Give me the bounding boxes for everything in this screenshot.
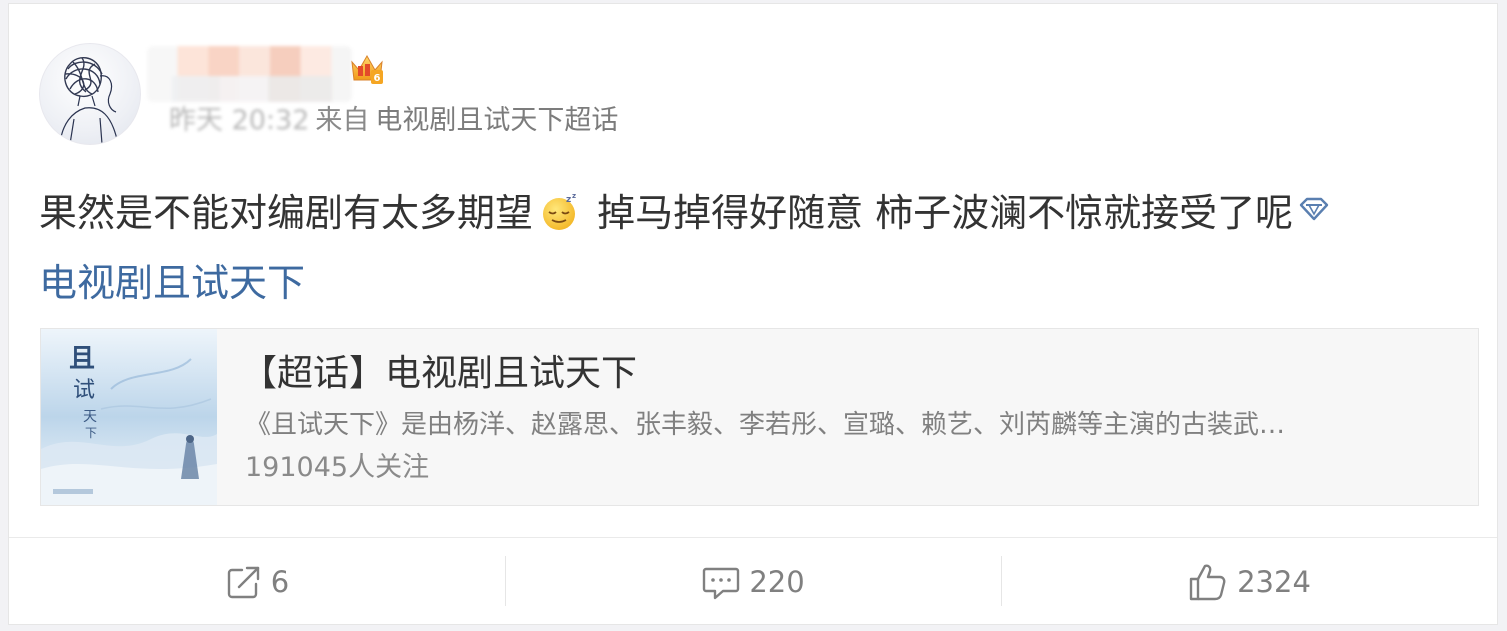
topic-card-followers: 191045人关注 bbox=[245, 452, 430, 483]
svg-text:z: z bbox=[566, 195, 571, 205]
thumbs-up-icon bbox=[1189, 564, 1226, 601]
like-button[interactable]: 2324 bbox=[1001, 538, 1497, 626]
author-nickname-blurred[interactable] bbox=[147, 46, 352, 102]
post-text-part2: 掉马掉得好随意 柿子波澜不惊就接受了呢 bbox=[585, 191, 1294, 235]
post-meta: 昨天 20:32 来自 电视剧且试天下超话 bbox=[169, 103, 618, 139]
post-source-link[interactable]: 电视剧且试天下超话 bbox=[375, 105, 618, 136]
avatar-illustration-icon bbox=[59, 57, 119, 144]
super-topic-card[interactable]: 且 试 天 下 【超话】电视剧且试天下 《且试天下》是由杨洋、赵露思、张丰毅、李… bbox=[40, 328, 1479, 506]
author-avatar[interactable] bbox=[39, 43, 141, 145]
action-bar: 6 220 2324 bbox=[9, 538, 1497, 626]
comment-icon bbox=[703, 567, 740, 600]
topic-cover-art-icon: 且 试 天 下 bbox=[41, 329, 217, 505]
like-count: 2324 bbox=[1237, 565, 1311, 599]
svg-text:试: 试 bbox=[73, 378, 95, 403]
topic-cover-image[interactable]: 且 试 天 下 bbox=[41, 329, 217, 505]
topic-card-description: 《且试天下》是由杨洋、赵露思、张丰毅、李若彤、宣璐、赖艺、刘芮麟等主演的古装武… bbox=[245, 410, 1286, 440]
svg-text:天: 天 bbox=[83, 409, 97, 425]
post-time[interactable]: 昨天 20:32 bbox=[169, 103, 309, 139]
post-text: 果然是不能对编剧有太多期望 z z 掉马掉得好随意 柿子波澜不惊就接受了呢 电视… bbox=[39, 178, 1489, 318]
vip-crown-icon[interactable]: 6 bbox=[349, 50, 385, 86]
sleepy-emoji-icon: z z bbox=[543, 192, 576, 230]
svg-text:z: z bbox=[572, 192, 576, 200]
comment-button[interactable]: 220 bbox=[505, 538, 1001, 626]
svg-text:下: 下 bbox=[85, 426, 97, 440]
svg-text:且: 且 bbox=[69, 344, 95, 374]
super-topic-diamond-icon bbox=[1299, 197, 1329, 221]
weibo-post-card: 6 昨天 20:32 来自 电视剧且试天下超话 果然是不能对编剧有太多期望 z z … bbox=[8, 3, 1498, 625]
topic-card-title[interactable]: 【超话】电视剧且试天下 bbox=[241, 351, 637, 397]
super-topic-link[interactable]: 电视剧且试天下 bbox=[39, 261, 305, 305]
repost-icon bbox=[227, 566, 259, 599]
repost-count: 6 bbox=[270, 565, 290, 599]
from-label: 来自 bbox=[315, 105, 370, 136]
repost-button[interactable]: 6 bbox=[9, 538, 505, 626]
post-text-part1: 果然是不能对编剧有太多期望 bbox=[39, 191, 534, 235]
comment-count: 220 bbox=[749, 565, 805, 599]
vip-level-text: 6 bbox=[374, 73, 381, 84]
